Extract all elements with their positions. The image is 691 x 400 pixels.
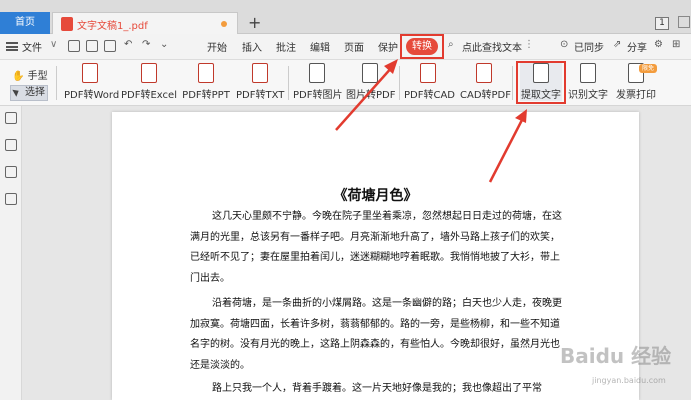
- pdf-to-excel-button[interactable]: PDF转Excel: [121, 63, 177, 101]
- tab-home[interactable]: 首页: [0, 12, 50, 34]
- settings-icon[interactable]: ⚙: [654, 39, 663, 50]
- menu-page[interactable]: 页面: [344, 39, 364, 54]
- redo-icon[interactable]: ↷: [142, 39, 150, 50]
- pdf-ppt-icon: [198, 63, 214, 83]
- paragraph-2: 沿着荷塘，是一条曲折的小煤屑路。这是一条幽僻的路；白天也少人走，夜晚更加寂寞。荷…: [190, 298, 562, 371]
- attachment-icon[interactable]: [5, 193, 17, 205]
- menu-edit[interactable]: 编辑: [310, 39, 330, 54]
- skin-icon[interactable]: ⊞: [672, 39, 680, 50]
- unsaved-dot-icon: [221, 21, 227, 27]
- divider: [512, 66, 513, 100]
- print-icon[interactable]: [104, 40, 116, 52]
- menu-bar: 文件 ∨ ↶ ↷ ⌄ 开始 插入 批注 编辑 页面 保护 转换 ⌕ 点此查找文本…: [0, 34, 691, 60]
- tab-document[interactable]: 文字文稿1_.pdf: [52, 12, 238, 34]
- convert-ribbon: ✋ 手型 选择 PDF转Word PDF转Excel PDF转PPT PDF转T…: [0, 60, 691, 106]
- paragraph-1: 这几天心里颇不宁静。今晚在院子里坐着乘凉，忽然想起日日走过的荷塘，在这满月的光里…: [190, 211, 562, 284]
- pdf-to-txt-button[interactable]: PDF转TXT: [236, 63, 284, 101]
- menu-annotate[interactable]: 批注: [276, 39, 296, 54]
- pdf-to-image-label: PDF转图片: [293, 90, 343, 101]
- pdf-to-ppt-label: PDF转PPT: [182, 90, 230, 101]
- share-icon: ⇗: [613, 39, 622, 50]
- paragraph-3: 路上只我一个人，背着手踱着。这一片天地好像是我的；我也像超出了平常: [212, 383, 542, 394]
- invoice-print-label: 发票打印: [616, 90, 656, 101]
- watermark-logo: Baidu 经验: [560, 344, 672, 368]
- sync-status[interactable]: 已同步: [574, 39, 604, 54]
- hand-tool-label: 手型: [27, 71, 48, 82]
- cad-pdf-icon: [476, 63, 492, 83]
- image-to-pdf-button[interactable]: 图片转PDF: [346, 63, 396, 101]
- divider: [288, 66, 289, 100]
- pdf-image-icon: [309, 63, 325, 83]
- pdf-cad-icon: [420, 63, 436, 83]
- extract-text-highlight-box: [516, 61, 566, 104]
- recognize-text-label: 识别文字: [568, 90, 608, 101]
- more-options-icon[interactable]: ⋮: [524, 39, 534, 50]
- recognize-text-button[interactable]: 识别文字: [567, 63, 609, 101]
- hand-tool[interactable]: ✋ 手型: [12, 67, 48, 82]
- pdf-to-cad-label: PDF转CAD: [404, 90, 456, 101]
- watermark-url: jingyan.baidu.com: [592, 376, 666, 385]
- annotation-icon[interactable]: [5, 166, 17, 178]
- menu-start[interactable]: 开始: [207, 39, 227, 54]
- search-icon[interactable]: ⌕: [448, 39, 454, 50]
- cad-to-pdf-label: CAD转PDF: [460, 90, 512, 101]
- search-text-input[interactable]: 点此查找文本: [462, 39, 522, 54]
- save-icon[interactable]: [86, 40, 98, 52]
- pdf-to-cad-button[interactable]: PDF转CAD: [404, 63, 456, 101]
- recognize-text-icon: [580, 63, 596, 83]
- menu-protect[interactable]: 保护: [378, 39, 398, 54]
- image-to-pdf-label: 图片转PDF: [346, 90, 396, 101]
- image-pdf-icon: [362, 63, 378, 83]
- document-title: 《荷塘月色》: [333, 188, 418, 204]
- window-count-badge[interactable]: 1: [655, 17, 669, 30]
- hamburger-menu-icon[interactable]: [6, 42, 18, 51]
- divider: [56, 66, 57, 100]
- menu-insert[interactable]: 插入: [242, 39, 262, 54]
- pdf-word-icon: [82, 63, 98, 83]
- share-button[interactable]: 分享: [627, 39, 647, 54]
- bookmark-icon[interactable]: [5, 139, 17, 151]
- tab-document-label: 文字文稿1_.pdf: [77, 21, 148, 32]
- pdf-to-txt-label: PDF转TXT: [236, 90, 285, 101]
- select-tool-label: 选择: [25, 87, 45, 98]
- free-badge: 限免: [639, 64, 657, 73]
- pdf-txt-icon: [252, 63, 268, 83]
- pdf-to-word-button[interactable]: PDF转Word: [64, 63, 120, 101]
- pdf-excel-icon: [141, 63, 157, 83]
- left-sidebar: [0, 106, 22, 400]
- pdf-to-ppt-button[interactable]: PDF转PPT: [182, 63, 230, 101]
- cursor-icon: [12, 87, 21, 97]
- file-menu[interactable]: 文件: [22, 39, 42, 54]
- pdf-file-icon: [61, 17, 73, 31]
- thumbnail-icon[interactable]: [5, 112, 17, 124]
- cad-to-pdf-button[interactable]: CAD转PDF: [460, 63, 512, 101]
- chevron-down-icon[interactable]: ∨: [50, 39, 57, 50]
- pdf-to-image-button[interactable]: PDF转图片: [293, 63, 343, 101]
- open-icon[interactable]: [68, 40, 80, 52]
- new-tab-button[interactable]: +: [248, 13, 261, 32]
- pdf-to-excel-label: PDF转Excel: [121, 90, 177, 101]
- pdf-to-word-label: PDF转Word: [64, 90, 120, 101]
- convert-highlight-box: [400, 34, 444, 59]
- sync-icon: ⊙: [560, 39, 569, 50]
- tab-bar: 首页 文字文稿1_.pdf + 1: [0, 0, 691, 34]
- select-tool[interactable]: 选择: [10, 85, 48, 101]
- maximize-icon[interactable]: [678, 16, 690, 28]
- more-icon[interactable]: ⌄: [160, 39, 168, 50]
- undo-icon[interactable]: ↶: [124, 39, 132, 50]
- divider: [399, 66, 400, 100]
